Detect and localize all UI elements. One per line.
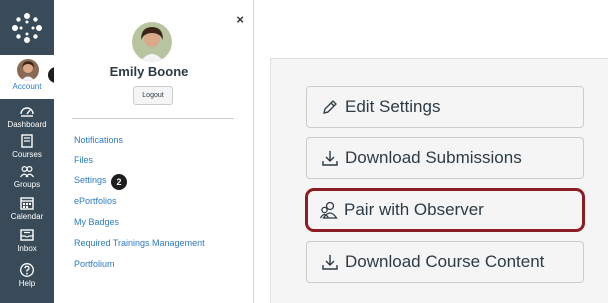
pair-with-observer-button[interactable]: Pair with Observer — [305, 188, 585, 232]
nav-label-dashboard: Dashboard — [7, 120, 47, 129]
account-tray: × Emily Boone Logout Notifications Files… — [54, 0, 254, 303]
account-avatar — [17, 59, 39, 81]
nav-item-help[interactable]: Help — [0, 260, 54, 296]
download-icon — [322, 255, 338, 270]
pair-observer-icon — [319, 201, 338, 219]
pencil-icon — [323, 100, 337, 114]
courses-icon — [21, 134, 33, 148]
download-course-content-button[interactable]: Download Course Content — [306, 241, 584, 283]
tray-link-eportfolios[interactable]: ePortfolios — [74, 196, 117, 206]
download-icon — [322, 151, 338, 166]
dashboard-icon — [20, 107, 34, 117]
nav-label-inbox: Inbox — [17, 244, 37, 253]
user-name: Emily Boone — [109, 64, 189, 79]
edit-settings-label: Edit Settings — [345, 97, 441, 116]
tray-divider — [72, 118, 234, 119]
logout-button[interactable]: Logout — [133, 86, 173, 105]
nav-item-inbox[interactable]: Inbox — [0, 225, 54, 261]
nav-item-groups[interactable]: Groups — [0, 161, 54, 197]
download-course-content-label: Download Course Content — [345, 252, 545, 271]
tray-link-required-trainings[interactable]: Required Trainings Management — [74, 238, 205, 248]
tray-link-portfolium[interactable]: Portfolium — [74, 259, 115, 269]
close-icon[interactable]: × — [236, 12, 244, 27]
nav-label-courses: Courses — [12, 150, 42, 159]
edit-settings-button[interactable]: Edit Settings — [306, 86, 584, 128]
global-nav: Account Dashboard Courses Groups Calenda… — [0, 0, 54, 303]
tray-link-files[interactable]: Files — [74, 155, 93, 165]
tray-link-settings[interactable]: Settings — [74, 175, 107, 185]
help-icon — [20, 263, 34, 277]
tray-link-notifications[interactable]: Notifications — [74, 135, 123, 145]
pair-with-observer-label: Pair with Observer — [344, 200, 484, 219]
nav-item-account[interactable]: Account — [0, 55, 54, 99]
nav-item-calendar[interactable]: Calendar — [0, 193, 54, 229]
nav-label-groups: Groups — [13, 180, 41, 189]
account-label: Account — [12, 82, 42, 91]
callout-2: 2 — [111, 174, 127, 190]
download-submissions-button[interactable]: Download Submissions — [306, 137, 584, 179]
canvas-logo-icon[interactable] — [9, 10, 45, 46]
nav-label-calendar: Calendar — [10, 212, 44, 221]
inbox-icon — [20, 229, 34, 241]
calendar-icon — [20, 197, 34, 210]
user-avatar — [132, 22, 172, 62]
tray-link-my-badges[interactable]: My Badges — [74, 217, 119, 227]
nav-label-help: Help — [18, 279, 36, 288]
download-submissions-label: Download Submissions — [345, 148, 522, 167]
groups-icon — [20, 165, 34, 178]
